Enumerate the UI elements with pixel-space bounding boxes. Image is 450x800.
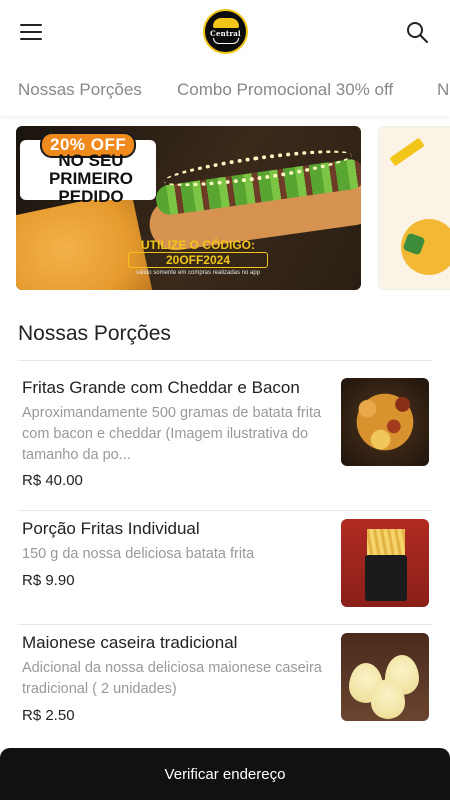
item-description: Adicional da nossa deliciosa maionese ca… — [22, 660, 322, 697]
promo-line-1: NO SEU — [58, 151, 124, 170]
item-title: Maionese caseira tradicional — [22, 633, 238, 652]
divider — [18, 510, 432, 511]
divider — [18, 624, 432, 625]
item-description: Aproximandamente 500 gramas de batata fr… — [22, 405, 322, 463]
app-header: Central — [0, 0, 450, 66]
item-price: R$ 9.90 — [22, 572, 75, 589]
hamburger-menu-icon[interactable] — [20, 24, 42, 40]
item-title: Porção Fritas Individual — [22, 519, 200, 538]
search-icon[interactable] — [405, 20, 429, 44]
item-price: R$ 2.50 — [22, 707, 75, 724]
promo-code-label: UTILIZE O CÓDIGO: — [141, 238, 255, 252]
logo-plate — [212, 37, 239, 44]
verify-address-label: Verificar endereço — [164, 765, 286, 783]
next-banner[interactable] — [378, 126, 450, 290]
item-image — [341, 519, 429, 607]
logo-text: Central — [210, 28, 241, 38]
item-image — [341, 378, 429, 466]
item-title: Fritas Grande com Cheddar e Bacon — [22, 378, 300, 397]
verify-address-button[interactable]: Verificar endereço — [0, 748, 450, 800]
menu-item-fritas-cheddar-bacon[interactable]: Fritas Grande com Cheddar e Bacon Aproxi… — [18, 378, 432, 500]
divider — [18, 360, 432, 361]
item-image — [341, 633, 429, 721]
section-title: Nossas Porções — [18, 322, 171, 345]
tab-combo-promocional[interactable]: Combo Promocional 30% off — [177, 80, 393, 100]
promo-line-2: PRIMEIRO — [48, 169, 134, 188]
menu-item-maionese-caseira[interactable]: Maionese caseira tradicional Adicional d… — [18, 633, 432, 733]
promo-banner[interactable]: 20% OFF NO SEU PRIMEIRO PEDIDO UTILIZE O… — [16, 126, 361, 290]
promo-line-3: PEDIDO — [58, 187, 124, 206]
category-tabs: Nossas Porções Combo Promocional 30% off… — [0, 66, 450, 116]
promo-code-box: UTILIZE O CÓDIGO: 20OFF2024 válido somen… — [128, 238, 268, 278]
brand-logo[interactable]: Central — [203, 9, 248, 54]
hotdog-image — [141, 130, 361, 254]
burger-icon — [212, 17, 239, 28]
item-price: R$ 40.00 — [22, 472, 83, 489]
menu-item-porcao-fritas-individual[interactable]: Porção Fritas Individual 150 g da nossa … — [18, 519, 432, 615]
tab-nossas-porcoes[interactable]: Nossas Porções — [18, 80, 142, 100]
promo-note: válido somente em compras realizadas no … — [135, 270, 261, 276]
pencil-icon — [389, 137, 425, 167]
item-description: 150 g da nossa deliciosa batata frita — [22, 546, 255, 562]
promo-code: 20OFF2024 — [128, 252, 268, 268]
tab-next-category[interactable]: N — [437, 80, 449, 100]
